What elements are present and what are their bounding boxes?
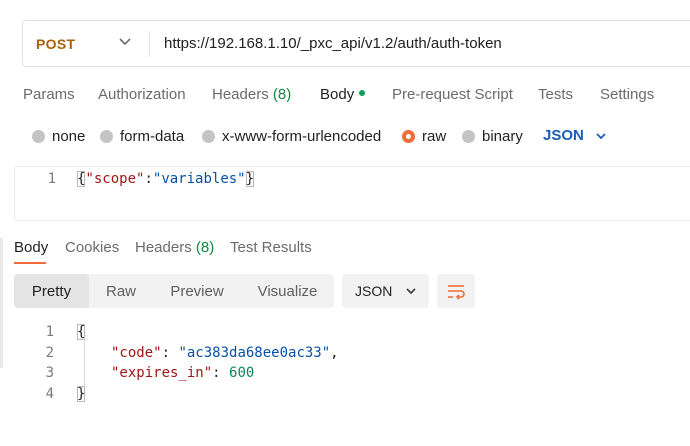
response-line-number: 4 (45, 386, 54, 402)
url-divider (149, 31, 150, 57)
request-key: "scope" (85, 171, 145, 187)
response-code-line: "code": "ac383da68ee0ac33", (111, 345, 339, 361)
tab-headers-label: Headers (212, 86, 269, 103)
view-preview-button[interactable]: Preview (153, 274, 241, 308)
body-modified-dot (359, 90, 366, 97)
radio-none[interactable]: none (32, 127, 85, 145)
wrap-lines-button[interactable] (437, 274, 475, 308)
url-input[interactable]: https://192.168.1.10/_pxc_api/v1.2/auth/… (164, 35, 502, 52)
response-code-value: "ac383da68ee0ac33" (178, 345, 331, 361)
tab-body[interactable]: Body (320, 86, 366, 103)
request-close-brace: } (245, 171, 255, 187)
language-select[interactable]: JSON (543, 127, 608, 144)
response-headers-count: (8) (195, 239, 215, 256)
radio-raw-circle (402, 129, 415, 143)
response-tab-test-results[interactable]: Test Results (230, 239, 312, 256)
pane-resize-edge[interactable] (0, 238, 3, 368)
wrap-lines-icon (448, 285, 465, 300)
radio-form-data[interactable]: form-data (100, 127, 184, 145)
response-close-brace: } (77, 386, 86, 402)
radio-urlencoded-circle (202, 129, 215, 143)
radio-form-data-circle (100, 129, 113, 143)
request-colon: : (144, 171, 153, 187)
radio-binary-label: binary (482, 127, 523, 145)
radio-form-data-label: form-data (120, 127, 185, 145)
tab-tests[interactable]: Tests (538, 86, 573, 103)
radio-none-circle (32, 129, 45, 143)
response-expires-value: 600 (229, 365, 255, 381)
headers-count: (8) (272, 86, 292, 103)
tab-authorization[interactable]: Authorization (98, 86, 186, 103)
radio-urlencoded-label: x-www-form-urlencoded (222, 127, 382, 145)
chevron-down-icon[interactable] (117, 33, 133, 49)
tab-params[interactable]: Params (23, 86, 75, 103)
radio-none-label: none (52, 127, 86, 145)
chevron-down-icon (596, 132, 606, 139)
request-line-number: 1 (47, 171, 56, 187)
response-expires-line: "expires_in": 600 (111, 365, 255, 381)
radio-binary[interactable]: binary (462, 127, 523, 145)
tab-headers[interactable]: Headers (8) (212, 86, 291, 103)
chevron-down-icon (406, 288, 416, 295)
response-open-brace: { (77, 324, 86, 340)
response-format-label: JSON (355, 283, 393, 299)
radio-raw-label: raw (422, 127, 447, 145)
response-tab-cookies[interactable]: Cookies (65, 239, 119, 256)
language-select-label: JSON (543, 127, 584, 144)
view-raw-button[interactable]: Raw (89, 274, 153, 308)
radio-raw[interactable]: raw (402, 127, 446, 145)
response-format-select[interactable]: JSON (342, 274, 429, 308)
response-code-key: "code" (111, 345, 162, 361)
url-bar: POST https://192.168.1.10/_pxc_api/v1.2/… (22, 20, 690, 67)
request-code-line: {"scope":"variables"} (77, 171, 255, 187)
radio-binary-circle (462, 129, 475, 143)
radio-urlencoded[interactable]: x-www-form-urlencoded (202, 127, 381, 145)
tab-prerequest-script[interactable]: Pre-request Script (392, 86, 513, 103)
response-tab-headers[interactable]: Headers (8) (135, 239, 214, 256)
tab-settings[interactable]: Settings (600, 86, 654, 103)
response-line-number: 2 (45, 345, 54, 361)
request-value: "variables" (152, 171, 246, 187)
tab-body-label: Body (320, 86, 355, 103)
response-tab-body[interactable]: Body (14, 239, 48, 256)
view-pretty-button[interactable]: Pretty (14, 274, 89, 308)
response-line-number: 3 (45, 365, 54, 381)
response-line-number: 1 (45, 324, 54, 340)
indent-guide (84, 336, 85, 388)
response-tab-body-underline (14, 262, 46, 264)
method-select[interactable]: POST (36, 36, 75, 52)
view-visualize-button[interactable]: Visualize (241, 274, 334, 308)
response-tab-headers-label: Headers (135, 239, 192, 256)
response-expires-key: "expires_in" (111, 365, 213, 381)
